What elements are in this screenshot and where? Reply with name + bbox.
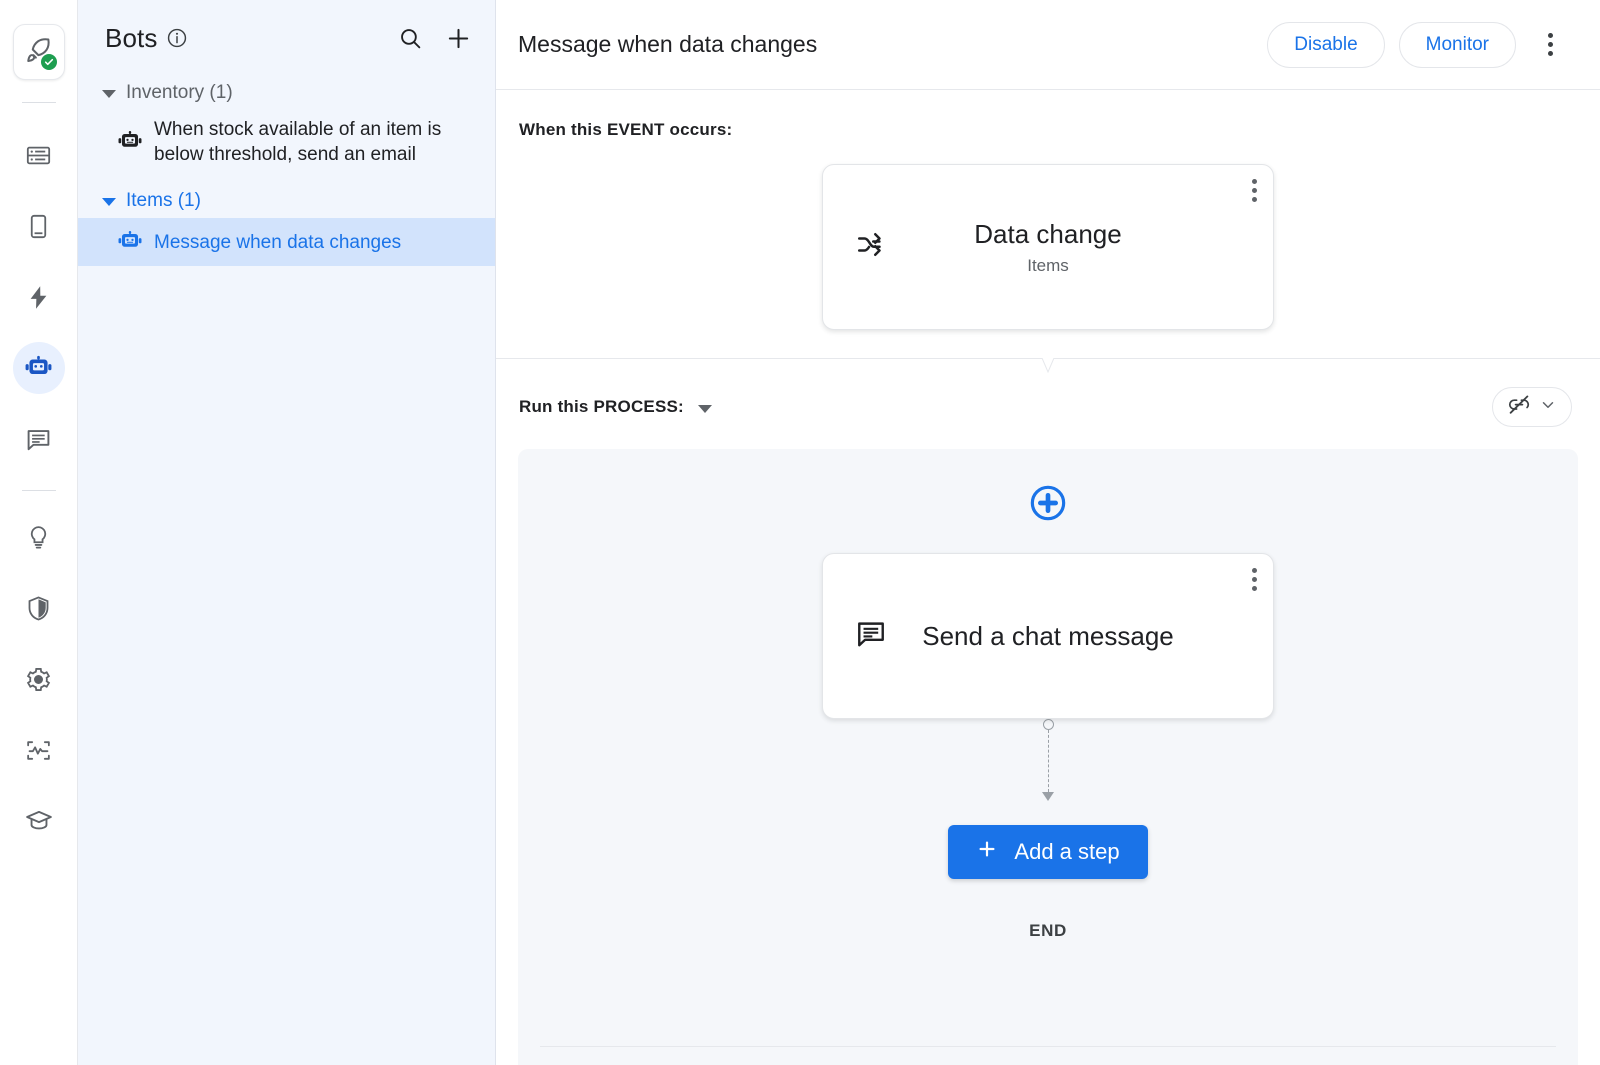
robot-icon — [116, 229, 144, 255]
process-section-label: Run this PROCESS: — [519, 397, 684, 417]
flow-end-label: END — [1029, 921, 1067, 941]
caret-down-icon — [102, 90, 116, 98]
app-device-icon — [25, 213, 52, 240]
add-step-button[interactable]: Add a step — [948, 825, 1147, 879]
rail-item-app-device[interactable] — [13, 200, 65, 252]
info-icon[interactable] — [166, 27, 188, 49]
process-flow-panel: Send a chat message Add a step END — [518, 449, 1578, 1065]
group-label: Items (1) — [126, 190, 201, 212]
group-header-inventory[interactable]: Inventory (1) — [78, 76, 495, 110]
bottom-divider — [540, 1046, 1556, 1047]
lightning-bolt-icon — [25, 284, 52, 311]
chat-message-icon — [855, 618, 887, 655]
gear-icon — [25, 666, 52, 693]
group-header-items[interactable]: Items (1) — [78, 184, 495, 218]
add-circle-icon[interactable] — [1028, 483, 1068, 523]
bots-sidebar: Bots In — [78, 0, 496, 1065]
section-divider — [496, 358, 1600, 359]
plus-icon[interactable] — [441, 21, 475, 55]
robot-icon — [24, 354, 53, 383]
connector-line — [1048, 730, 1049, 792]
disable-button[interactable]: Disable — [1267, 22, 1384, 68]
list-item[interactable]: When stock available of an item is below… — [78, 110, 495, 174]
rail-item-robot[interactable] — [13, 342, 65, 394]
rail-item-gear[interactable] — [13, 653, 65, 705]
caret-down-icon[interactable] — [698, 405, 712, 413]
event-node-card[interactable]: Data change Items — [822, 164, 1274, 330]
monitoring-icon — [25, 737, 52, 764]
monitor-button[interactable]: Monitor — [1399, 22, 1516, 68]
chat-message-icon — [25, 426, 52, 453]
caret-down-icon — [102, 198, 116, 206]
shuffle-icon — [855, 230, 885, 265]
rail-divider — [22, 102, 56, 103]
kebab-menu-icon[interactable] — [1252, 179, 1257, 202]
divider-notch-icon — [1024, 358, 1072, 384]
rail-item-shield[interactable] — [13, 582, 65, 634]
kebab-menu-icon[interactable] — [1530, 23, 1570, 67]
list-item-label: Message when data changes — [154, 230, 401, 255]
lightbulb-icon — [25, 524, 52, 551]
rail-item-data-table[interactable] — [13, 129, 65, 181]
rail-item-monitoring[interactable] — [13, 724, 65, 776]
main-toolbar: Message when data changes Disable Monito… — [496, 0, 1600, 90]
robot-icon — [116, 129, 144, 155]
rail-item-lightbulb[interactable] — [13, 511, 65, 563]
process-node-title: Send a chat message — [895, 620, 1201, 653]
rail-item-lightning-bolt[interactable] — [13, 271, 65, 323]
process-node-text: Send a chat message — [823, 620, 1273, 653]
group-label: Inventory (1) — [126, 82, 233, 104]
event-section: When this EVENT occurs: Dat — [496, 90, 1600, 352]
event-card-area: Data change Items — [496, 140, 1600, 352]
bot-title: Message when data changes — [518, 31, 817, 58]
sidebar-header: Bots — [78, 0, 495, 76]
rail-item-graduation-cap[interactable] — [13, 795, 65, 847]
list-item-label: When stock available of an item is below… — [154, 117, 479, 167]
search-icon[interactable] — [393, 21, 427, 55]
list-item-selected[interactable]: Message when data changes — [78, 218, 495, 266]
app-root: Bots In — [0, 0, 1600, 1065]
event-node-text: Data change Items — [823, 218, 1273, 276]
page-title: Bots — [105, 23, 157, 54]
icon-rail — [0, 0, 78, 1065]
event-node-subtitle: Items — [895, 256, 1201, 276]
rail-divider-lower — [22, 490, 56, 491]
plus-icon — [976, 838, 998, 866]
chevron-down-icon — [1539, 396, 1557, 419]
connector-arrow-icon — [1042, 792, 1054, 801]
add-step-label: Add a step — [1014, 839, 1119, 865]
main-panel: Message when data changes Disable Monito… — [496, 0, 1600, 1065]
link-off-toggle[interactable] — [1492, 387, 1572, 427]
link-off-icon — [1507, 393, 1531, 422]
process-node-card[interactable]: Send a chat message — [822, 553, 1274, 719]
flow-connector — [1036, 719, 1060, 801]
rail-item-chat-message[interactable] — [13, 413, 65, 465]
status-badge-check — [41, 54, 57, 70]
connector-dot-icon — [1043, 719, 1054, 730]
shield-icon — [25, 595, 52, 622]
event-section-label: When this EVENT occurs: — [496, 120, 1600, 140]
rail-item-rocket-launch[interactable] — [13, 24, 65, 80]
graduation-cap-icon — [25, 807, 53, 835]
data-table-icon — [25, 142, 52, 169]
bot-group-items: Items (1) Message when data change — [78, 184, 495, 266]
event-node-title: Data change — [895, 218, 1201, 251]
bot-group-inventory: Inventory (1) When stock available — [78, 76, 495, 174]
kebab-menu-icon[interactable] — [1252, 568, 1257, 591]
